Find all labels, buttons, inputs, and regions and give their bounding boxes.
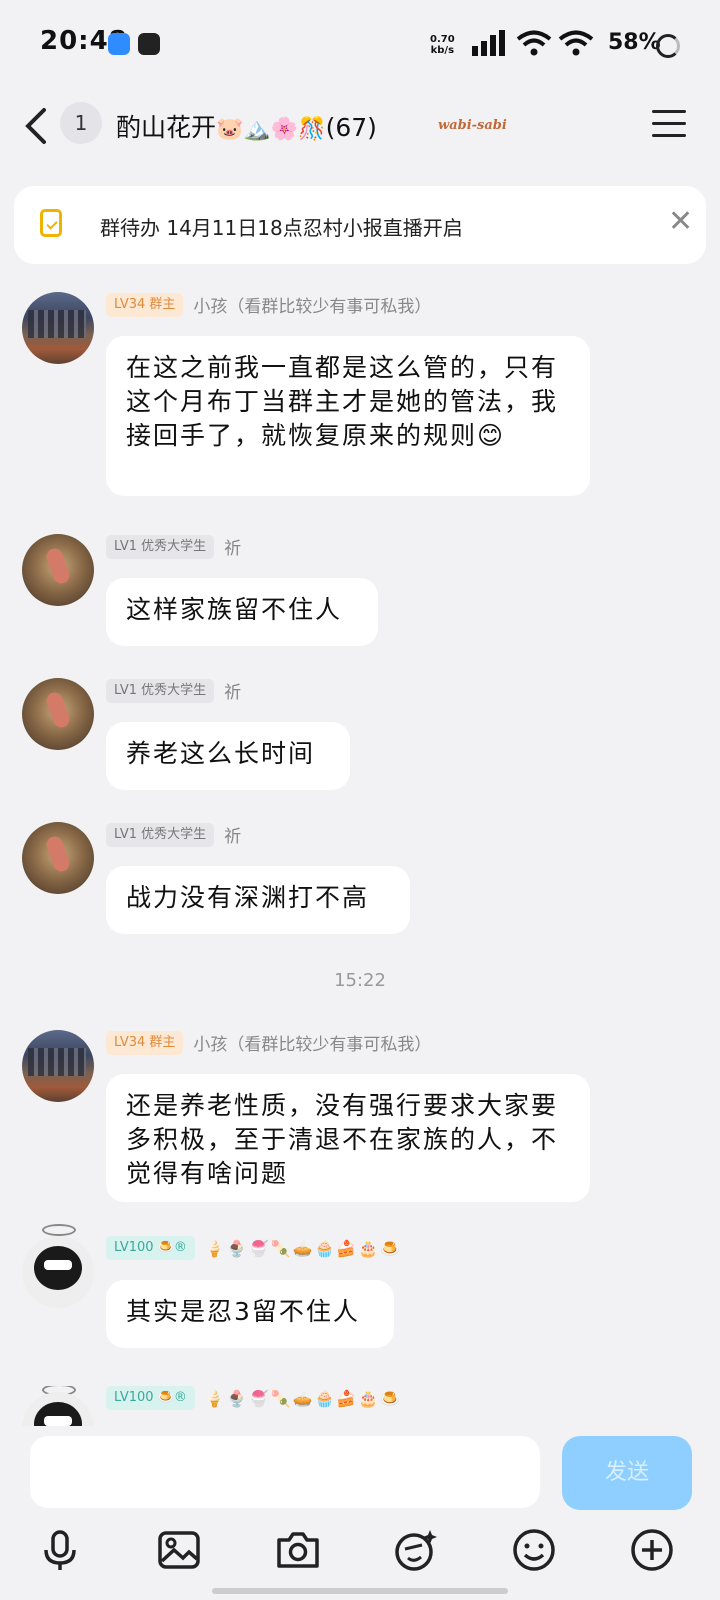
sticker-icon[interactable] [392, 1526, 440, 1574]
todo-text: 群待办 14月11日18点忍村小报直播开启 [100, 216, 463, 240]
sender-nickname[interactable]: 祈 [224, 534, 241, 559]
chat-header: 1 酌山花开🐷🏔️🌸🎊(67) wabi-sabi [0, 94, 720, 164]
message-bubble[interactable]: 这样家族留不住人 [106, 578, 378, 646]
wifi-icon [516, 30, 552, 56]
back-arrow-icon[interactable] [22, 106, 52, 146]
message-item: LV100 🍮® 🍦🍨🍧🍡🥧🧁🍰🎂🍮 [0, 1386, 720, 1426]
unread-count-badge[interactable]: 1 [60, 102, 102, 144]
group-title[interactable]: 酌山花开🐷🏔️🌸🎊(67) [116, 108, 377, 144]
level-badge: LV1 优秀大学生 [106, 534, 215, 559]
microphone-icon[interactable] [36, 1526, 84, 1574]
sender-nickname[interactable]: 小孩（看群比较少有事可私我） [193, 1030, 431, 1055]
level-badge: LV34 群主 [106, 292, 184, 317]
level-badge: LV100 🍮® [106, 1386, 195, 1410]
battery-ring-icon [656, 34, 680, 58]
network-speed-value: 0.70 [430, 34, 455, 45]
avatar[interactable] [22, 292, 94, 364]
input-area: 发送 [0, 1426, 720, 1600]
group-name: 酌山花开 [116, 113, 217, 142]
sender-nickname[interactable]: 祈 [224, 822, 241, 847]
avatar[interactable] [22, 678, 94, 750]
message-bubble[interactable]: 战力没有深渊打不高 [106, 866, 410, 934]
camera-icon[interactable] [274, 1526, 322, 1574]
plus-icon[interactable] [628, 1526, 676, 1574]
avatar[interactable] [22, 534, 94, 606]
chat-timestamp: 15:22 [334, 970, 386, 991]
avatar[interactable] [22, 822, 94, 894]
avatar[interactable] [22, 1236, 94, 1308]
battery-percent: 58% [608, 30, 661, 55]
emoji-icon[interactable] [510, 1526, 558, 1574]
send-button[interactable]: 发送 [562, 1436, 692, 1510]
image-icon[interactable] [155, 1526, 203, 1574]
avatar[interactable] [22, 1030, 94, 1102]
du-icon [138, 33, 160, 55]
message-bubble[interactable]: 还是养老性质，没有强行要求大家要多积极，至于清退不在家族的人，不觉得有啥问题 [106, 1074, 590, 1202]
menu-icon[interactable] [652, 110, 686, 140]
level-badge: LV34 群主 [106, 1030, 184, 1055]
network-speed: 0.70 kb/s [430, 34, 455, 56]
message-bubble[interactable]: 养老这么长时间 [106, 722, 350, 790]
network-speed-unit: kb/s [430, 45, 455, 56]
close-icon[interactable]: ✕ [668, 204, 693, 239]
todo-icon [40, 209, 62, 237]
group-todo-banner[interactable]: 群待办 14月11日18点忍村小报直播开启 ✕ [14, 186, 706, 264]
level-badge: LV100 🍮® [106, 1236, 195, 1260]
group-tag: wabi-sabi [438, 118, 507, 133]
message-input[interactable] [30, 1436, 540, 1508]
signal-icon [472, 30, 505, 56]
avatar[interactable] [22, 1392, 94, 1426]
status-bar: 20:48 0.70 kb/s 58% [0, 0, 720, 86]
title-decorations: 🍦🍨🍧🍡🥧🧁🍰🎂🍮 [204, 1388, 403, 1408]
message-bubble[interactable]: 其实是忍3留不住人 [106, 1280, 394, 1348]
level-badge: LV1 优秀大学生 [106, 678, 215, 703]
title-decorations: 🍦🍨🍧🍡🥧🧁🍰🎂🍮 [204, 1238, 403, 1258]
home-indicator[interactable] [212, 1588, 508, 1594]
member-count: (67) [325, 113, 377, 142]
app-icon [108, 33, 130, 55]
halo-decoration [42, 1224, 76, 1236]
message-bubble[interactable]: 在这之前我一直都是这么管的，只有这个月布丁当群主才是她的管法，我接回手了，就恢复… [106, 336, 590, 496]
group-title-emojis: 🐷🏔️🌸🎊 [216, 117, 326, 142]
sender-nickname[interactable]: 祈 [224, 678, 241, 703]
level-badge: LV1 优秀大学生 [106, 822, 215, 847]
wifi-icon [558, 30, 594, 56]
sender-nickname[interactable]: 小孩（看群比较少有事可私我） [193, 292, 431, 317]
